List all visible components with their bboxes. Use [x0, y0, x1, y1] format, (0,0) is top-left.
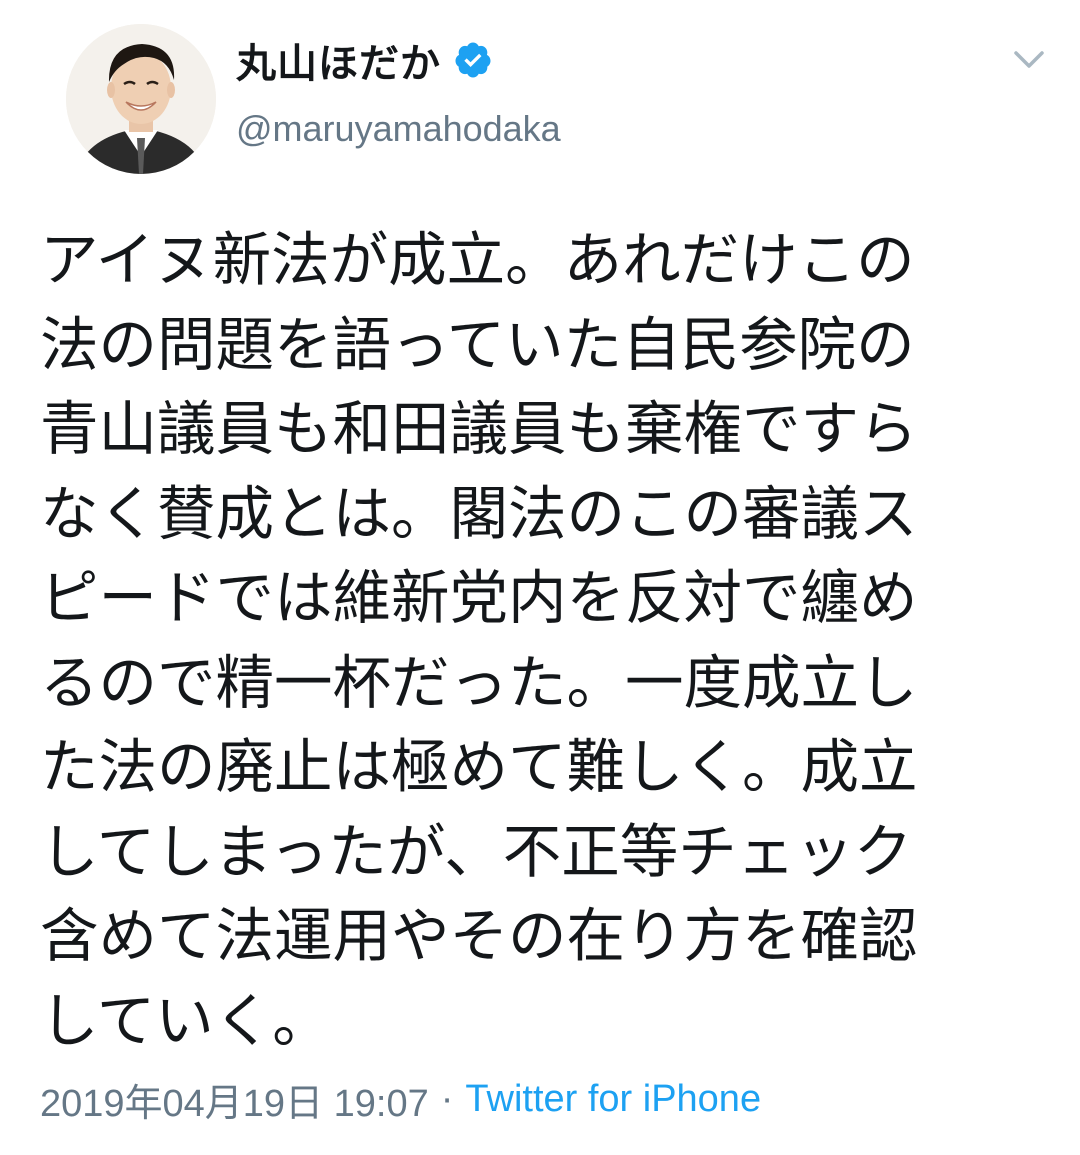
profile-photo-icon: [66, 24, 216, 174]
avatar[interactable]: [66, 24, 216, 174]
tweet-text: アイヌ新法が成立。あれだけこの 法の問題を語っていた自民参院の 青山議員も和田議…: [40, 226, 918, 1055]
chevron-down-icon[interactable]: [1010, 44, 1048, 74]
tweet-meta: 2019年04月19日 19:07 · Twitter for iPhone: [40, 1072, 761, 1127]
author-row: 丸山ほだか: [236, 32, 493, 88]
verified-badge-icon: [453, 40, 493, 80]
source-link[interactable]: Twitter for iPhone: [465, 1078, 761, 1121]
timestamp[interactable]: 2019年04月19日 19:07: [40, 1072, 429, 1127]
tweet-card: 丸山ほだか @maruyamahodaka アイヌ新法が成立。あれだけこの 法の…: [0, 0, 1080, 1155]
meta-separator: ·: [440, 1078, 454, 1120]
user-handle[interactable]: @maruyamahodaka: [236, 108, 561, 150]
display-name[interactable]: 丸山ほだか: [236, 31, 441, 89]
